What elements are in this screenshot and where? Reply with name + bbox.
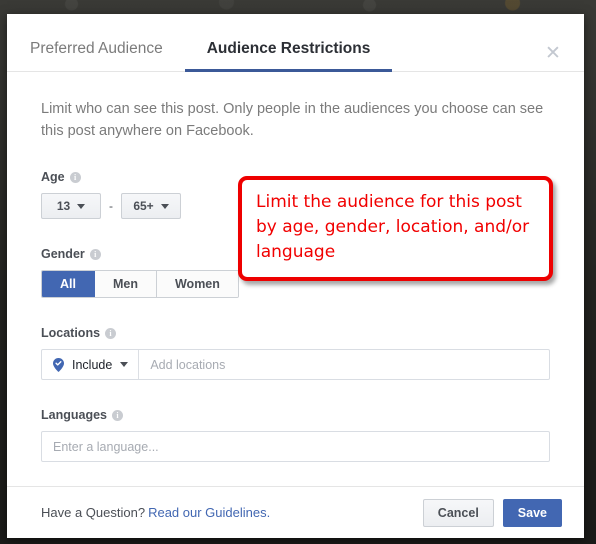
save-button[interactable]: Save: [502, 498, 562, 527]
dialog-footer: Have a Question? Read our Guidelines. Ca…: [7, 486, 584, 538]
locations-label-row: Locations i: [41, 326, 550, 340]
locations-mode-dropdown[interactable]: Include: [42, 350, 140, 379]
tab-audience-restrictions[interactable]: Audience Restrictions: [184, 39, 393, 72]
chevron-down-icon: [77, 203, 86, 209]
tab-preferred-audience[interactable]: Preferred Audience: [30, 39, 185, 72]
age-max-select[interactable]: 65+: [121, 193, 181, 219]
read-our-guidelines-link[interactable]: Read our Guidelines.: [148, 505, 270, 520]
tab-audience-restrictions-label: Audience Restrictions: [206, 39, 371, 57]
tab-preferred-audience-label: Preferred Audience: [30, 39, 163, 57]
age-min-select[interactable]: 13: [41, 193, 101, 219]
annotation-callout-text: Limit the audience for this post by age,…: [256, 192, 530, 262]
gender-option-all[interactable]: All: [42, 271, 95, 297]
locations-field: Include: [41, 349, 550, 380]
footer-question-text: Have a Question?: [41, 505, 146, 520]
locations-label: Locations: [41, 326, 101, 340]
languages-input[interactable]: [41, 431, 550, 462]
map-pin-check-icon: [53, 357, 64, 372]
gender-option-women[interactable]: Women: [156, 271, 238, 297]
cancel-button[interactable]: Cancel: [422, 498, 494, 527]
info-icon-languages[interactable]: i: [112, 409, 123, 421]
info-icon-gender[interactable]: i: [89, 248, 101, 260]
annotation-callout: Limit the audience for this post by age,…: [238, 176, 553, 281]
locations-input[interactable]: [139, 350, 549, 379]
tab-list: Preferred Audience Audience Restrictions: [30, 14, 561, 72]
info-icon-age[interactable]: i: [69, 171, 81, 183]
age-range-separator: -: [109, 199, 113, 213]
age-max-value: 65+: [133, 199, 154, 213]
intro-text: Limit who can see this post. Only people…: [41, 101, 544, 139]
chevron-down-icon: [160, 203, 169, 209]
age-label: Age: [41, 170, 65, 184]
gender-label: Gender: [41, 247, 85, 261]
chevron-down-icon: [120, 362, 129, 367]
close-icon[interactable]: ✕: [544, 44, 562, 63]
locations-mode-label: Include: [72, 357, 113, 372]
info-icon-locations[interactable]: i: [105, 327, 117, 339]
languages-label-row: Languages i: [41, 408, 550, 422]
age-min-value: 13: [56, 199, 71, 213]
gender-option-men[interactable]: Men: [94, 271, 157, 297]
gender-segmented-control: All Men Women: [41, 270, 239, 298]
dialog-tabbar: Preferred Audience Audience Restrictions…: [7, 14, 584, 72]
languages-label: Languages: [41, 408, 107, 422]
